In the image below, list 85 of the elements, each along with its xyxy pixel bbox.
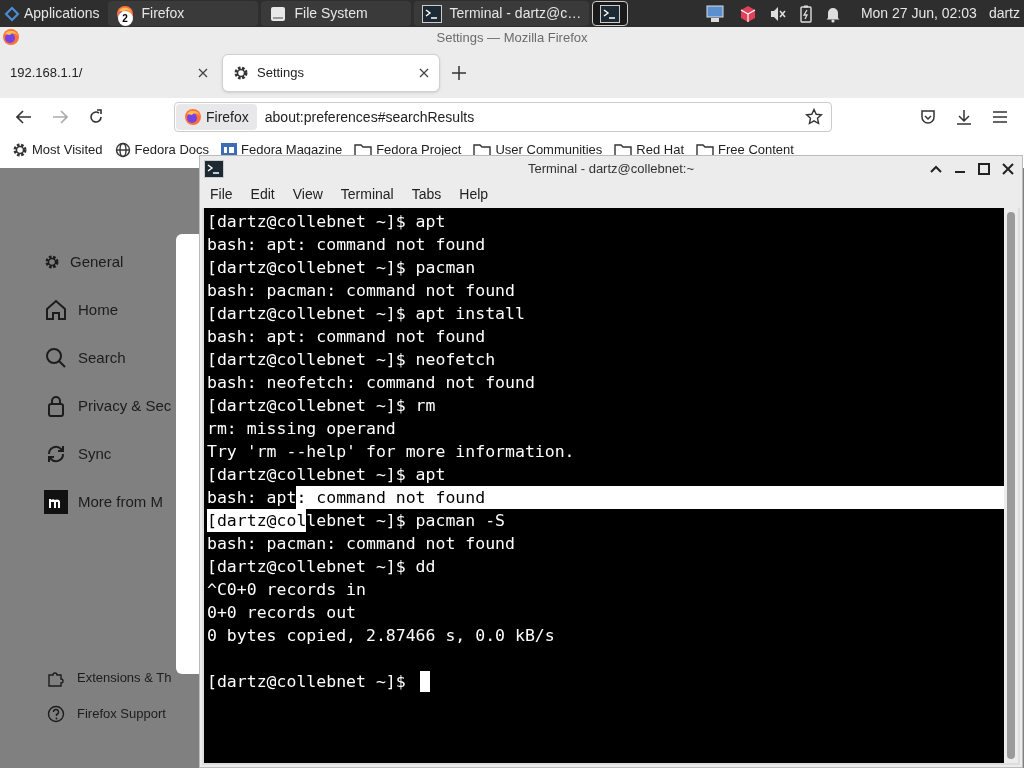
terminal-text: 0 bytes copied, 2.87466 s, 0.0 kB/s: [207, 625, 555, 647]
url-text: about:preferences#searchResults: [264, 107, 476, 127]
window-title: Terminal - dartz@collebnet:~: [528, 159, 694, 178]
sidebar-item[interactable]: Search: [44, 346, 172, 370]
terminal-text: bash: neofetch: command not found: [207, 372, 535, 394]
firefox-icon: [2, 28, 20, 46]
identity-box[interactable]: Firefox: [176, 104, 257, 130]
sidebar-item[interactable]: More from M: [44, 490, 172, 514]
puzzle-icon: [47, 669, 65, 687]
bookmark-item[interactable]: Fedora Docs: [114, 142, 209, 158]
terminal-text: bash: apt: command not found: [207, 234, 486, 256]
user-name[interactable]: dartz: [988, 3, 1020, 24]
xfce-icon: [4, 5, 20, 22]
applications-menu[interactable]: Applications: [0, 0, 104, 27]
browser-tab[interactable]: 192.168.1.1/: [0, 54, 218, 92]
terminal-text: rm: missing operand: [207, 418, 396, 440]
address-bar[interactable]: Firefox about:preferences#searchResults: [174, 102, 832, 132]
clock[interactable]: Mon 27 Jun, 02:03: [860, 3, 977, 24]
back-icon: [16, 110, 32, 124]
download-icon: [956, 109, 972, 125]
reload-icon: [88, 109, 104, 125]
terminal-text: [dartz@collebnet ~]$ rm: [207, 395, 436, 417]
terminal-text: [dartz@collebnet ~]$ apt: [207, 464, 446, 486]
terminal-text: [dartz@collebnet ~]$ neofetch: [207, 349, 496, 371]
terminal-text: lebnet ~]$ pacman -S: [306, 510, 506, 532]
sidebar-item[interactable]: Home: [44, 298, 172, 322]
gear-icon: [12, 142, 28, 158]
taskbar-button[interactable]: Terminal - dartz@c…: [413, 1, 590, 26]
firefox-icon: [184, 108, 202, 126]
terminal-text: [dartz@col: [207, 509, 307, 532]
terminal-text: bash: pacman: command not found: [207, 280, 515, 302]
terminal-text: bash: apt: command not found: [207, 326, 486, 348]
network-icon: [704, 3, 727, 24]
terminal-text: [dartz@collebnet ~]$ apt install: [207, 303, 525, 325]
sidebar-link[interactable]: Extensions & Th: [47, 668, 172, 688]
menu-item[interactable]: View: [292, 184, 323, 205]
menu-icon: [992, 110, 1008, 124]
sidebar-item[interactable]: Privacy & Sec: [44, 394, 172, 418]
forward-icon: [52, 110, 68, 124]
terminal-icon: [421, 4, 442, 23]
terminal-icon: [204, 159, 224, 178]
browser-tab[interactable]: Settings: [222, 54, 440, 92]
terminal-icon: [600, 4, 621, 23]
new-tab-icon: [452, 66, 466, 80]
menu-item[interactable]: Edit: [250, 184, 275, 205]
pocket-icon: [920, 109, 936, 125]
menu-item[interactable]: Tabs: [411, 184, 442, 205]
window-title: Settings — Mozilla Firefox: [436, 28, 588, 47]
chevron-up-icon: [930, 163, 942, 174]
terminal-text: [dartz@collebnet ~]$ dd: [207, 556, 436, 578]
terminal-text: ^C0+0 records in: [207, 579, 366, 601]
taskbar-button[interactable]: 2 Firefox: [107, 1, 258, 26]
sidebar-link[interactable]: Firefox Support: [47, 704, 172, 724]
maximize-icon: [978, 162, 990, 175]
gear-icon: [44, 254, 60, 270]
taskbar-button[interactable]: File System: [260, 1, 411, 26]
sidebar-item[interactable]: General: [44, 250, 172, 274]
bookmark-item[interactable]: Most Visited: [12, 142, 103, 158]
terminal-text: [dartz@collebnet ~]$ apt: [207, 211, 446, 233]
drive-icon: [268, 4, 287, 23]
sidebar-item[interactable]: Sync: [44, 442, 172, 466]
menu-item[interactable]: Terminal: [340, 184, 394, 205]
close-icon: [419, 68, 429, 78]
package-icon: [738, 4, 757, 23]
close-icon: [1002, 162, 1014, 175]
terminal-text: bash: apt: [207, 487, 297, 509]
globe-icon: [114, 142, 131, 158]
star-icon: [805, 108, 823, 126]
terminal-text: [dartz@collebnet ~]$ pacman: [207, 257, 476, 279]
mozilla-icon: [44, 490, 68, 514]
terminal-text: [dartz@collebnet ~]$: [207, 671, 406, 693]
help-icon: [47, 705, 65, 723]
terminal-text: : command not found: [296, 486, 1004, 509]
home-icon: [44, 298, 68, 322]
close-icon: [198, 68, 208, 78]
battery-icon: [798, 4, 813, 23]
terminal-text: bash: pacman: command not found: [207, 533, 515, 555]
taskbar-button[interactable]: [592, 1, 629, 26]
terminal-text: 0+0 records out: [207, 602, 356, 624]
menu-item[interactable]: Help: [459, 184, 489, 205]
menu-item[interactable]: File: [210, 184, 233, 205]
gear-icon: [233, 65, 249, 81]
minimize-icon: [954, 170, 966, 173]
terminal-text: Try 'rm --help' for more information.: [207, 441, 575, 463]
search-icon: [44, 346, 68, 370]
